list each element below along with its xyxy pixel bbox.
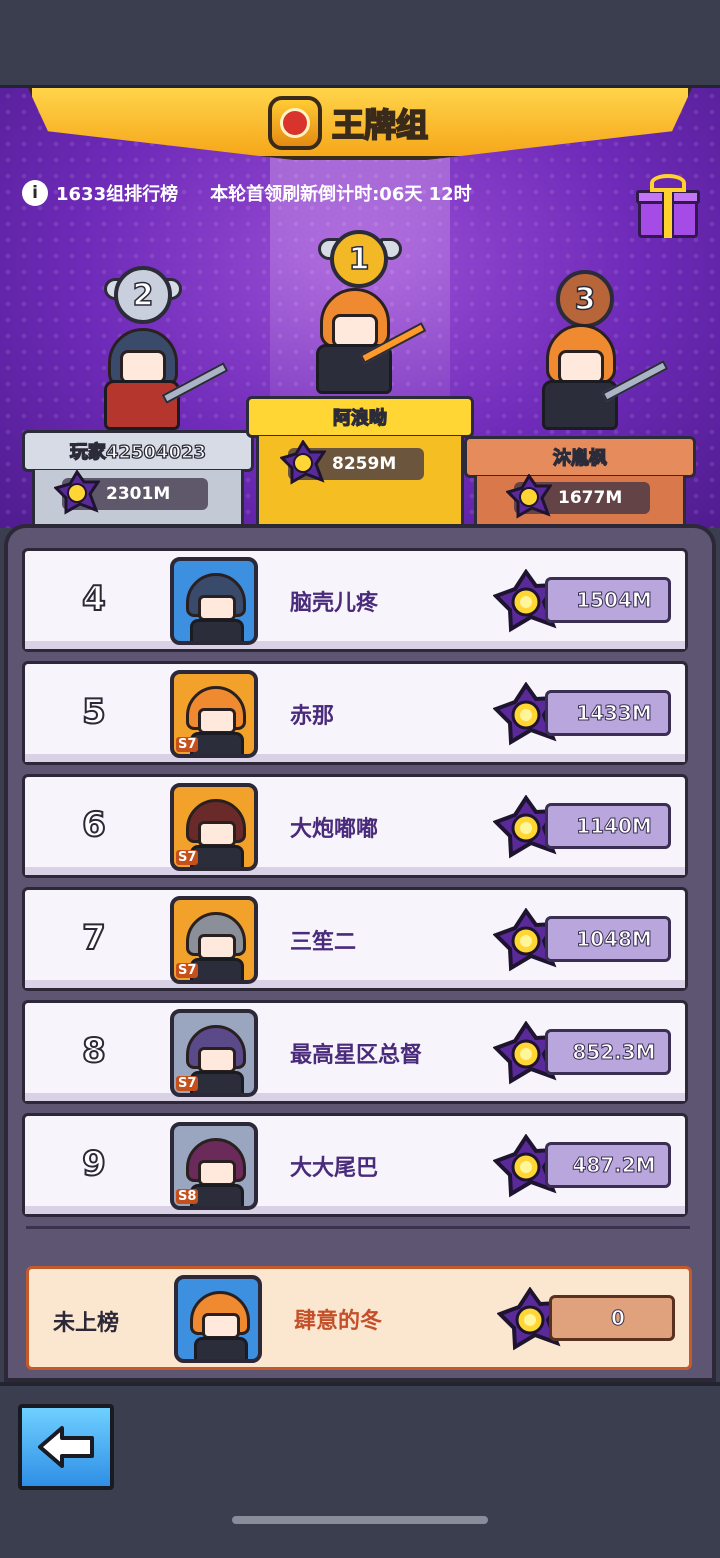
rank-2-score: 2301M	[54, 470, 208, 515]
rank-3-name: 沐胤枫	[464, 436, 696, 478]
podium-stage: 王牌组 i 1633组排行榜 本轮首领刷新倒计时:06天 12时 2 玩家425…	[0, 88, 720, 528]
home-indicator	[232, 1516, 488, 1524]
player-name: 大炮嘟嘟	[290, 817, 379, 842]
rank-3-medal: 3	[556, 270, 614, 328]
gift-icon[interactable]	[636, 174, 700, 240]
rank-number: 7	[81, 917, 107, 959]
player-name: 三笙二	[290, 930, 357, 955]
my-score: 0	[549, 1295, 675, 1341]
rank-3-pillar: 沐胤枫 1677M	[464, 436, 696, 528]
leaderboard-row[interactable]: 5 S7 赤那 1433M	[22, 661, 688, 765]
rank-3-score: 1677M	[506, 474, 650, 519]
player-score: 852.3M	[545, 1029, 671, 1075]
season-tag: S7	[176, 1076, 199, 1091]
player-avatar[interactable]	[170, 557, 258, 645]
season-tag: S7	[176, 850, 199, 865]
league-title: 王牌组	[331, 105, 429, 145]
power-gem-icon	[506, 474, 552, 519]
rank-number: 6	[81, 804, 107, 846]
season-tag: S7	[176, 737, 199, 752]
rank-2-pillar: 玩家42504023 2301M	[22, 430, 254, 528]
back-button[interactable]	[18, 1404, 114, 1490]
info-icon[interactable]: i	[22, 180, 48, 206]
season-tag: S7	[176, 963, 199, 978]
rank-number: 4	[81, 578, 107, 620]
player-score: 1433M	[545, 690, 671, 736]
rank-number: 8	[81, 1030, 107, 1072]
power-gem-icon	[54, 470, 100, 515]
league-crest-icon	[268, 96, 322, 150]
rank-1-medal: 1	[330, 230, 388, 288]
player-score: 487.2M	[545, 1142, 671, 1188]
player-score: 1504M	[545, 577, 671, 623]
back-arrow-icon	[38, 1426, 94, 1468]
player-name: 最高星区总督	[290, 1043, 423, 1068]
player-avatar[interactable]: S7	[170, 1009, 258, 1097]
rank-number: 5	[81, 691, 107, 733]
my-rank-label: 未上榜	[53, 1311, 120, 1336]
player-score: 1140M	[545, 803, 671, 849]
status-bar	[0, 0, 720, 88]
player-avatar[interactable]: S7	[170, 783, 258, 871]
player-avatar[interactable]: S7	[170, 896, 258, 984]
my-avatar[interactable]	[174, 1275, 262, 1363]
rank-number: 9	[81, 1143, 107, 1185]
player-score: 1048M	[545, 916, 671, 962]
leaderboard-row[interactable]: 9 S8 大大尾巴 487.2M	[22, 1113, 688, 1217]
power-gem-icon	[280, 440, 326, 485]
player-avatar[interactable]: S7	[170, 670, 258, 758]
group-label: 1633组排行榜	[56, 184, 179, 205]
rank-2-medal: 2	[114, 266, 172, 324]
rank-1-name: 阿浪呦	[246, 396, 474, 438]
league-title-group: 王牌组	[268, 94, 458, 152]
leaderboard-row[interactable]: 7 S7 三笙二 1048M	[22, 887, 688, 991]
rank-1-score: 8259M	[280, 440, 424, 485]
player-avatar[interactable]: S8	[170, 1122, 258, 1210]
leaderboard-row[interactable]: 6 S7 大炮嘟嘟 1140M	[22, 774, 688, 878]
leaderboard-row[interactable]: 8 S7 最高星区总督 852.3M	[22, 1000, 688, 1104]
rank-2-name: 玩家42504023	[22, 430, 254, 472]
countdown-text: 本轮首领刷新倒计时:06天 12时	[210, 184, 472, 205]
rank-1-pillar: 阿浪呦 8259M	[246, 396, 474, 528]
player-name: 赤那	[290, 704, 335, 729]
list-divider	[26, 1226, 690, 1229]
leaderboard-row[interactable]: 4 脑壳儿疼 1504M	[22, 548, 688, 652]
my-rank-row[interactable]: 未上榜 肆意的冬 0	[26, 1266, 692, 1370]
season-tag: S8	[176, 1189, 199, 1204]
player-name: 脑壳儿疼	[290, 591, 379, 616]
my-player-name: 肆意的冬	[294, 1309, 383, 1334]
player-name: 大大尾巴	[290, 1156, 379, 1181]
bottom-bar	[0, 1382, 720, 1558]
info-row: i 1633组排行榜 本轮首领刷新倒计时:06天 12时	[22, 180, 472, 206]
